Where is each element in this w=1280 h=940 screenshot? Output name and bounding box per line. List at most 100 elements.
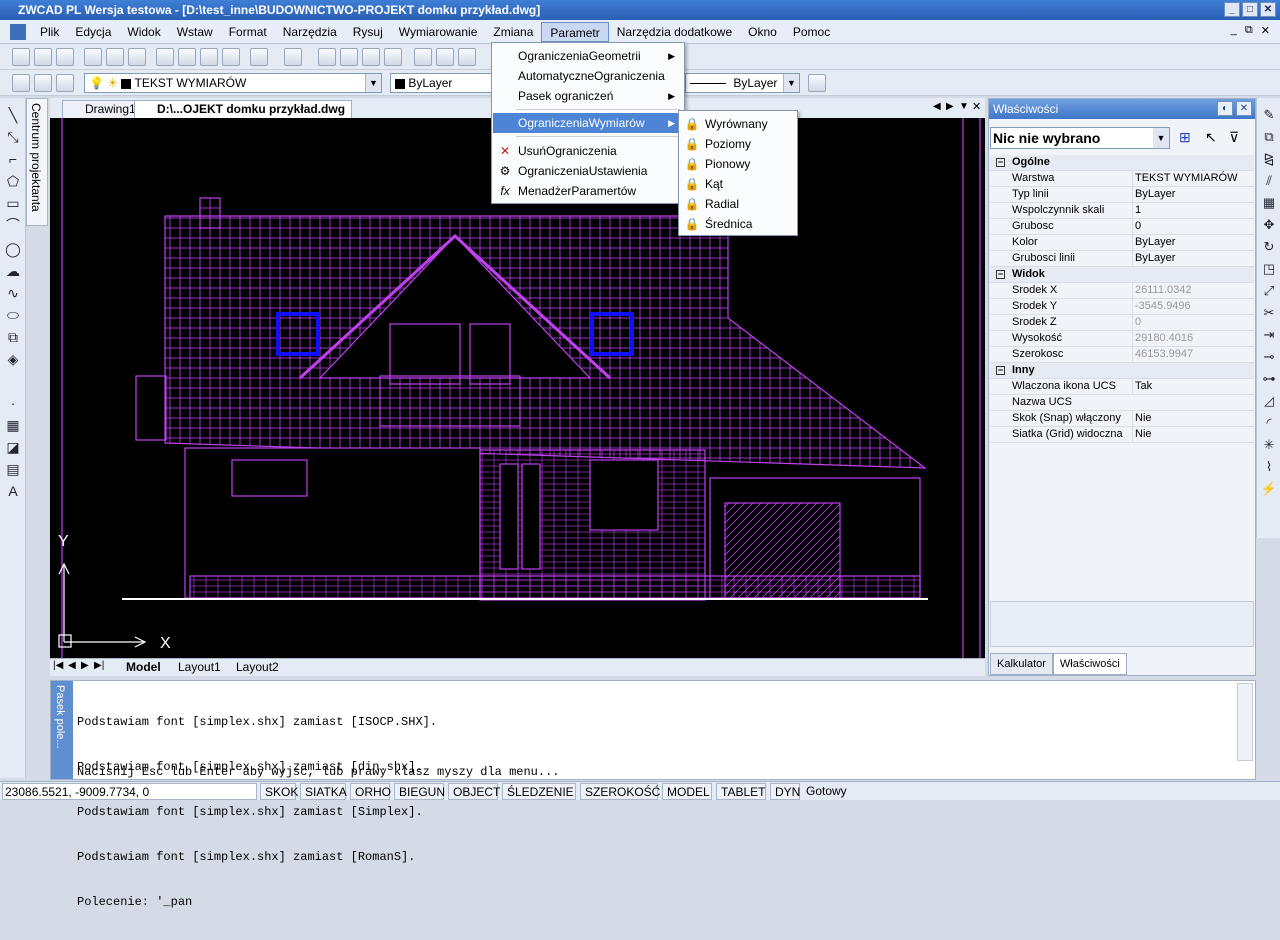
polygon-icon[interactable]: ⬠ xyxy=(4,172,22,190)
stretch-icon[interactable]: ⤢ xyxy=(1260,282,1278,300)
menu-narzedzia[interactable]: Narzędzia xyxy=(275,22,345,42)
property-value[interactable]: 46153.9947 xyxy=(1132,347,1252,362)
submenu-srednica[interactable]: 🔒 Średnica xyxy=(680,214,796,234)
prev-layout-icon[interactable]: ◀ xyxy=(68,660,76,671)
properties-icon[interactable] xyxy=(414,48,432,66)
submenu-kat[interactable]: 🔒 Kąt xyxy=(680,174,796,194)
collapse-icon[interactable]: − xyxy=(996,366,1005,375)
menuitem-automatyczne-ograniczenia[interactable]: AutomatyczneOgraniczenia xyxy=(493,66,683,86)
tool-palettes-icon[interactable] xyxy=(458,48,476,66)
tab-wlasciwosci[interactable]: Właściwości xyxy=(1052,653,1127,675)
autohide-icon[interactable]: ◐ xyxy=(1217,101,1233,116)
tab-drawing1[interactable]: Drawing1 xyxy=(62,100,143,118)
property-row[interactable]: Grubosci linii ByLayer xyxy=(990,251,1254,267)
tab-nav-left-icon[interactable]: ◀ xyxy=(933,101,941,112)
menu-wstaw[interactable]: Wstaw xyxy=(169,22,221,42)
quick-select-icon[interactable]: ⊞ xyxy=(1179,129,1191,146)
move-icon[interactable]: ✥ xyxy=(1260,216,1278,234)
cut-icon[interactable] xyxy=(156,48,174,66)
property-value[interactable]: 29180.4016 xyxy=(1132,331,1252,346)
command-side-tab[interactable]: Pasek pole... xyxy=(51,681,73,779)
mirror-icon[interactable]: ⧎ xyxy=(1260,150,1278,168)
polyline-icon[interactable]: ⌐ xyxy=(4,150,22,168)
property-value[interactable]: Nie xyxy=(1132,427,1252,442)
property-value[interactable]: 1 xyxy=(1132,203,1252,218)
property-value[interactable]: ByLayer xyxy=(1132,187,1252,202)
property-category[interactable]: − Ogólne xyxy=(990,155,1254,171)
doc-close-button[interactable]: ✕ xyxy=(1261,24,1270,37)
layer-manager-icon[interactable] xyxy=(12,74,30,92)
array-icon[interactable]: ▦ xyxy=(1260,194,1278,212)
property-row[interactable]: Wspolczynnik skali 1 xyxy=(990,203,1254,219)
table-icon[interactable]: ▤ xyxy=(4,460,22,478)
menu-pomoc[interactable]: Pomoc xyxy=(785,22,838,42)
menu-zmiana[interactable]: Zmiana xyxy=(485,22,541,42)
new-file-icon[interactable] xyxy=(12,48,30,66)
maximize-button[interactable]: □ xyxy=(1242,2,1258,17)
tablet-toggle[interactable]: TABLET xyxy=(716,783,766,800)
osnap-toggle[interactable]: OBJECT xyxy=(448,783,500,800)
submenu-poziomy[interactable]: 🔒 Poziomy xyxy=(680,134,796,154)
menu-okno[interactable]: Okno xyxy=(740,22,785,42)
tab-layout2[interactable]: Layout2 xyxy=(236,660,279,674)
tab-projekt-domku[interactable]: D:\...OJEKT domku przykład.dwg xyxy=(134,100,353,118)
pickadd-icon[interactable]: ⊽ xyxy=(1229,129,1239,146)
menuitem-ograniczenia-wymiarow[interactable]: OgraniczeniaWymiarów ▶ xyxy=(493,113,683,133)
print-preview-icon[interactable] xyxy=(106,48,124,66)
doc-restore-button[interactable]: ⧉ xyxy=(1245,24,1253,37)
menu-wymiarowanie[interactable]: Wymiarowanie xyxy=(391,22,486,42)
menu-narzedzia-dodatkowe[interactable]: Narzędzia dodatkowe xyxy=(609,22,740,42)
linetype-select[interactable]: ByLayer ▼ xyxy=(685,73,800,93)
property-value[interactable]: TEKST WYMIARÓW xyxy=(1132,171,1252,186)
break-icon[interactable]: ⊸ xyxy=(1260,348,1278,366)
property-row[interactable]: Wysokość 29180.4016 xyxy=(990,331,1254,347)
redo-icon[interactable] xyxy=(284,48,302,66)
insert-block-icon[interactable]: ⧉ xyxy=(4,328,22,346)
color-select[interactable]: ByLayer xyxy=(390,73,495,93)
coordinates-readout[interactable]: 23086.5521, -9009.7734, 0 xyxy=(2,783,257,800)
spline-icon[interactable]: ∿ xyxy=(4,284,22,302)
property-row[interactable]: Wlaczona ikona UCS Tak xyxy=(990,379,1254,395)
revision-cloud-icon[interactable]: ☁ xyxy=(4,262,22,280)
tab-layout1[interactable]: Layout1 xyxy=(178,660,221,674)
hatch-icon[interactable]: ▦ xyxy=(4,416,22,434)
grid-toggle[interactable]: SIATKA xyxy=(300,783,347,800)
select-objects-icon[interactable]: ↖ xyxy=(1205,129,1217,146)
chamfer-icon[interactable]: ◿ xyxy=(1260,392,1278,410)
property-value[interactable]: 26111.0342 xyxy=(1132,283,1252,298)
print-icon[interactable] xyxy=(84,48,102,66)
property-row[interactable]: Skok (Snap) włączony Nie xyxy=(990,411,1254,427)
pan-icon[interactable] xyxy=(318,48,336,66)
property-value[interactable]: -3545.9496 xyxy=(1132,299,1252,314)
submenu-radial[interactable]: 🔒 Radial xyxy=(680,194,796,214)
command-scrollbar[interactable] xyxy=(1237,683,1253,761)
property-value[interactable]: 0 xyxy=(1132,315,1252,330)
make-block-icon[interactable]: ◈ xyxy=(4,350,22,368)
tab-list-icon[interactable]: ▼ xyxy=(959,101,969,112)
menu-parametr[interactable]: Parametr xyxy=(541,21,609,42)
offset-icon[interactable]: ⫽ xyxy=(1260,172,1278,190)
doc-minimize-button[interactable]: _ xyxy=(1231,24,1237,37)
property-value[interactable]: Tak xyxy=(1132,379,1252,394)
multiline-text-icon[interactable]: A xyxy=(4,482,22,500)
menu-rysuj[interactable]: Rysuj xyxy=(345,22,391,42)
zoom-window-icon[interactable] xyxy=(362,48,380,66)
property-row[interactable]: Nazwa UCS xyxy=(990,395,1254,411)
selection-select[interactable]: Nic nie wybrano ▼ xyxy=(990,127,1170,149)
tab-nav-right-icon[interactable]: ▶ xyxy=(946,101,954,112)
close-panel-icon[interactable]: ✕ xyxy=(1236,101,1252,116)
point-icon[interactable]: · xyxy=(4,394,22,412)
construction-line-icon[interactable]: ⤡ xyxy=(4,128,22,146)
erase-icon[interactable]: ✎ xyxy=(1260,106,1278,124)
property-row[interactable]: Siatka (Grid) widoczna Nie xyxy=(990,427,1254,443)
submenu-wyrownany[interactable]: 🔒 Wyrównany xyxy=(680,114,796,134)
menuitem-usun-ograniczenia[interactable]: ✕ UsuńOgraniczenia xyxy=(493,141,683,161)
trim-icon[interactable]: ✂ xyxy=(1260,304,1278,322)
rectangle-icon[interactable]: ▭ xyxy=(4,194,22,212)
property-value[interactable]: ByLayer xyxy=(1132,251,1252,266)
close-button[interactable]: ✕ xyxy=(1260,2,1276,17)
dyn-toggle[interactable]: DYN xyxy=(770,783,800,800)
copy-icon[interactable] xyxy=(178,48,196,66)
property-value[interactable]: Nie xyxy=(1132,411,1252,426)
copy-object-icon[interactable]: ⧉ xyxy=(1260,128,1278,146)
